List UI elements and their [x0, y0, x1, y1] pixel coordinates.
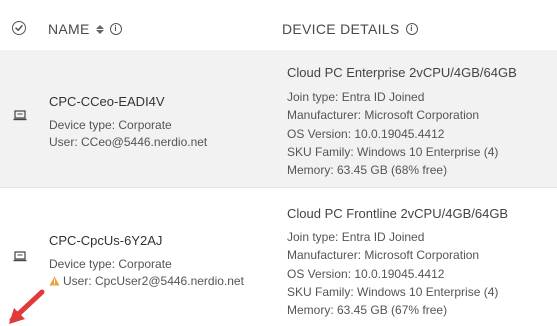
device-type: Device type: Corporate	[49, 257, 172, 271]
column-header-device-details: DEVICE DETAILS i	[282, 21, 418, 37]
detail-memory: Memory: 63.45 GB (68% free)	[287, 163, 448, 178]
detail-manufacturer: Manufacturer: Microsoft Corporation	[287, 108, 480, 123]
laptop-icon	[13, 110, 27, 121]
red-arrow-icon	[9, 289, 45, 324]
detail-memory: Memory: 63.45 GB (67% free)	[287, 303, 448, 318]
detail-sku-family: SKU Family: Windows 10 Enterprise (4)	[287, 284, 499, 299]
details-title: Cloud PC Enterprise 2vCPU/4GB/64GB	[287, 65, 517, 80]
detail-manufacturer: Manufacturer: Microsoft Corporation	[287, 248, 480, 263]
device-type: Device type: Corporate	[49, 118, 172, 132]
device-user-line: User: CpcUser2@5446.nerdio.net	[49, 273, 244, 290]
detail-os-version: OS Version: 10.0.19045.4412	[287, 266, 445, 281]
table-row[interactable]: CPC-CpcUs-6Y2AJ Device type: Corporate U…	[0, 188, 557, 326]
column-header-name-label: NAME	[48, 21, 90, 37]
device-meta: Device type: Corporate User: CCeo@5446.n…	[49, 117, 207, 151]
table-row[interactable]: CPC-CCeo-EADI4V Device type: Corporate U…	[0, 50, 557, 188]
info-icon[interactable]: i	[405, 23, 418, 35]
column-header-name[interactable]: NAME i	[48, 21, 122, 37]
table-header: NAME i DEVICE DETAILS i	[0, 0, 557, 50]
device-meta: Device type: Corporate User: CpcUser2@54…	[49, 256, 244, 290]
detail-sku-family: SKU Family: Windows 10 Enterprise (4)	[287, 144, 499, 159]
device-user: User: CpcUser2@5446.nerdio.net	[63, 274, 244, 288]
device-user: User: CCeo@5446.nerdio.net	[49, 135, 208, 149]
laptop-icon	[13, 251, 27, 262]
detail-join-type: Join type: Entra ID Joined	[287, 90, 425, 104]
detail-join-type: Join type: Entra ID Joined	[287, 230, 425, 244]
details-title: Cloud PC Frontline 2vCPU/4GB/64GB	[287, 206, 509, 221]
device-name[interactable]: CPC-CpcUs-6Y2AJ	[49, 233, 162, 248]
check-circle-icon	[15, 25, 23, 31]
warning-icon[interactable]	[49, 276, 60, 286]
info-icon[interactable]: i	[109, 23, 122, 35]
detail-os-version: OS Version: 10.0.19045.4412	[287, 126, 445, 141]
device-name[interactable]: CPC-CCeo-EADI4V	[49, 94, 165, 109]
details-list: Join type: Entra ID Joined Manufacturer:…	[287, 88, 498, 179]
sort-icon[interactable]	[95, 24, 104, 34]
details-list: Join type: Entra ID Joined Manufacturer:…	[287, 228, 498, 319]
column-header-details-label: DEVICE DETAILS	[282, 21, 400, 37]
select-all-checkbox[interactable]	[12, 21, 26, 35]
